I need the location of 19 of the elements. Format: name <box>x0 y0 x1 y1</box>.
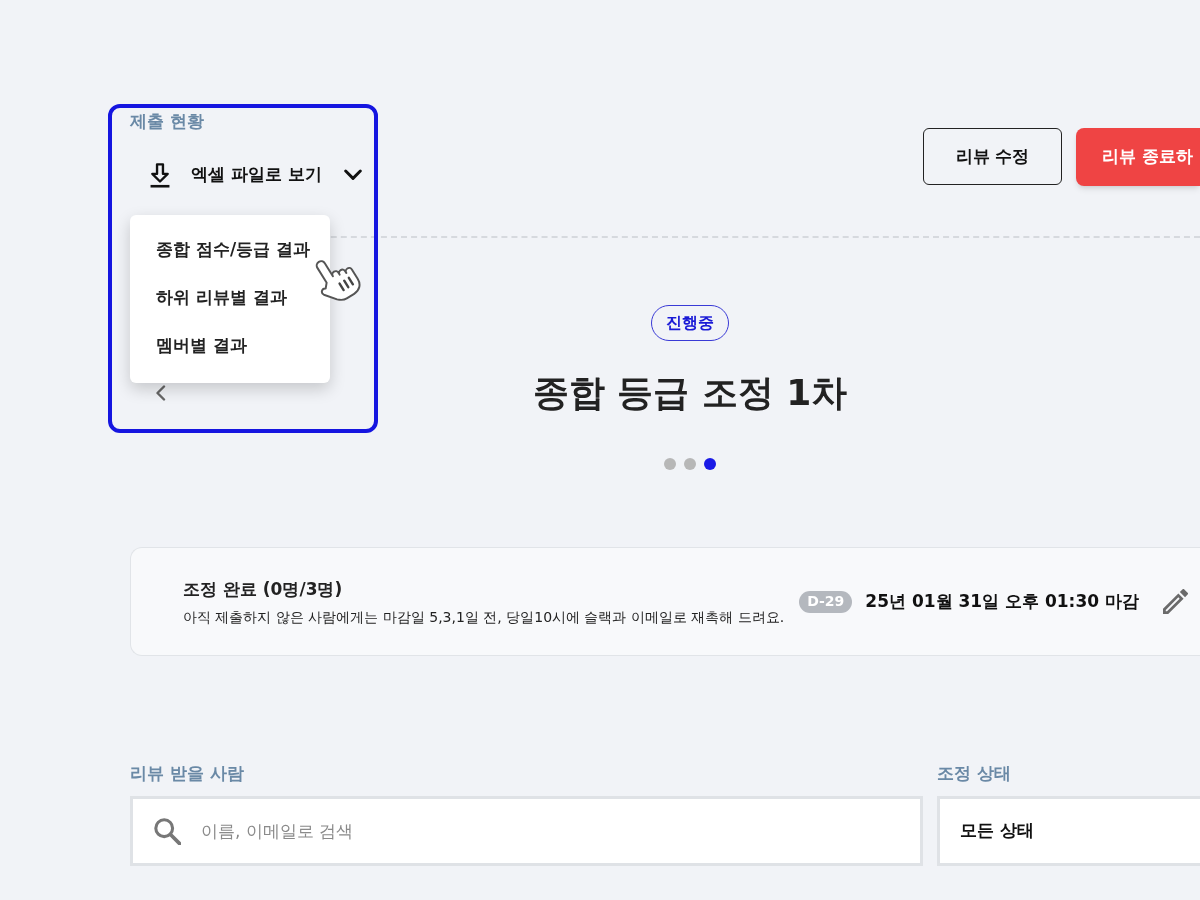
d-day-badge: D-29 <box>799 590 853 613</box>
search-field[interactable]: 이름, 이메일로 검색 <box>130 796 923 866</box>
section-label: 제출 현황 <box>130 110 205 133</box>
round-title: 종합 등급 조정 1차 <box>532 371 848 415</box>
chevron-left-icon[interactable] <box>155 385 166 401</box>
deadline-text: 25년 01월 31일 오후 01:30 마감 <box>865 589 1139 613</box>
search-icon <box>153 817 181 845</box>
end-review-button[interactable]: 리뷰 종료하 <box>1076 128 1200 186</box>
menu-item[interactable]: 하위 리뷰별 결과 <box>156 274 287 322</box>
excel-download-button[interactable]: 엑셀 파일로 보기 <box>147 155 362 195</box>
status-select[interactable]: 모든 상태 <box>937 796 1200 866</box>
menu-item[interactable]: 멤버별 결과 <box>156 322 247 370</box>
field-label: 리뷰 받을 사람 <box>130 762 245 785</box>
menu-item[interactable]: 종합 점수/등급 결과 <box>156 226 311 274</box>
field-label: 조정 상태 <box>937 762 1012 785</box>
pencil-icon[interactable] <box>1163 589 1188 614</box>
edit-review-button[interactable]: 리뷰 수정 <box>923 128 1062 185</box>
reminder-note: 아직 제출하지 않은 사람에게는 마감일 5,3,1일 전, 당일10시에 슬랙과 이메일로 재촉해 드려요. <box>183 607 785 627</box>
completion-title: 조정 완료 (0명/3명) <box>183 577 344 601</box>
